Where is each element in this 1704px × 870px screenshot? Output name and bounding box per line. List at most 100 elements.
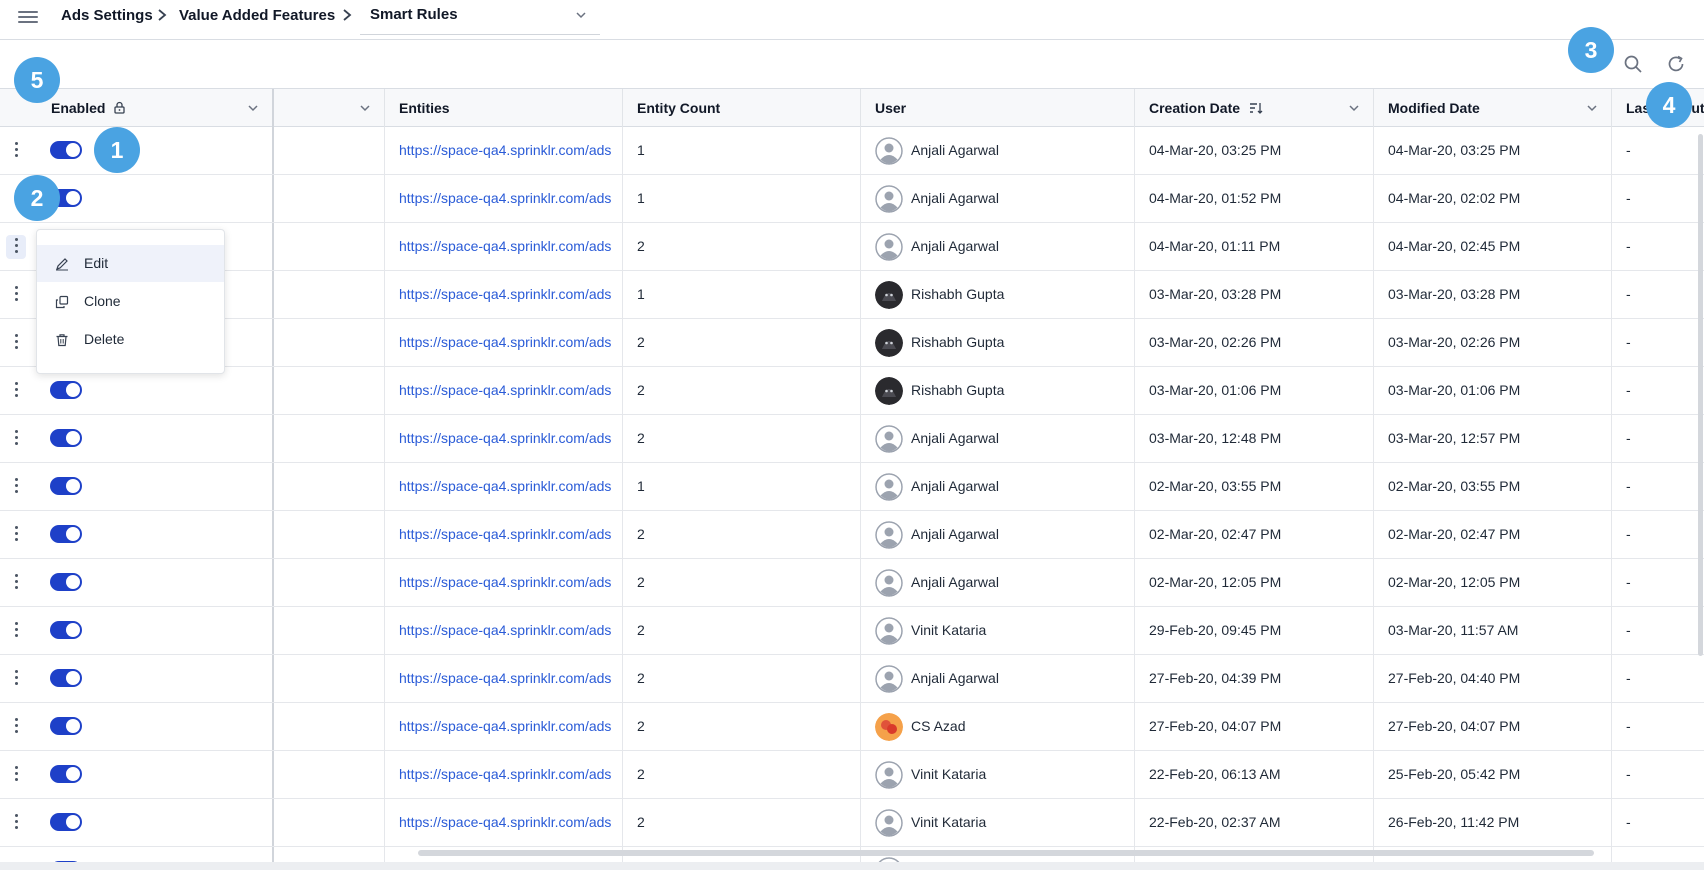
table-row[interactable]: https://space-qa4.sprinklr.com/ads 2 CS Az… xyxy=(0,703,1704,751)
enabled-toggle[interactable] xyxy=(50,381,82,399)
row-actions-kebab-icon[interactable] xyxy=(6,667,26,691)
row-actions-kebab-icon[interactable] xyxy=(6,331,26,355)
row-actions-kebab-icon[interactable] xyxy=(6,283,26,307)
table-row[interactable]: https://space-qa4.sprinklr.com/ads 2 Risha… xyxy=(0,367,1704,415)
search-icon[interactable] xyxy=(1622,53,1644,75)
row-actions-kebab-icon[interactable] xyxy=(6,763,26,787)
table-row[interactable]: https://space-qa4.sprinklr.com/ads2 Vinit… xyxy=(0,799,1704,847)
menu-item-delete[interactable]: Delete xyxy=(37,321,224,358)
cell-entities-link[interactable]: https://space-qa4.sprinklr.com/ads xyxy=(385,319,623,366)
column-header-user[interactable]: User xyxy=(861,89,1135,127)
cell-entities-link[interactable]: https://space-qa4.sprinklr.com/ads xyxy=(385,703,623,750)
hamburger-menu-icon[interactable] xyxy=(18,8,38,26)
row-actions-kebab-icon[interactable] xyxy=(6,619,26,643)
row-actions-kebab-icon[interactable] xyxy=(6,571,26,595)
table-row[interactable]: https://space-qa4.sprinklr.com/ads 2 Anjal… xyxy=(0,511,1704,559)
breadcrumb-item-value-added-features[interactable]: Value Added Features xyxy=(179,6,335,26)
table-row[interactable]: https://space-qa4.sprinklr.com/ads 2 Anjal… xyxy=(0,223,1704,271)
vertical-scrollbar[interactable] xyxy=(1698,134,1703,656)
refresh-icon[interactable] xyxy=(1665,53,1687,75)
cell-entities-link[interactable]: https://space-qa4.sprinklr.com/ads xyxy=(385,607,623,654)
column-header-creation-date[interactable]: Creation Date xyxy=(1135,89,1374,127)
enabled-toggle[interactable] xyxy=(50,525,82,543)
row-actions-kebab-icon[interactable] xyxy=(6,811,26,835)
user-name: Rishabh Gupta xyxy=(911,382,1005,398)
table-row[interactable]: https://space-qa4.sprinklr.com/ads2 Vinit… xyxy=(0,751,1704,799)
cell-entities-link[interactable]: https://space-qa4.sprinklr.com/ads xyxy=(385,271,623,318)
row-actions-kebab-icon[interactable] xyxy=(6,427,26,451)
cell-entities-link[interactable]: https://space-qa4.sprinklr.com/ads xyxy=(385,463,623,510)
avatar xyxy=(875,617,903,645)
chevron-down-icon[interactable] xyxy=(246,101,260,115)
cell-unlabeled xyxy=(275,847,385,862)
row-actions-kebab-icon[interactable] xyxy=(6,379,26,403)
enabled-toggle[interactable] xyxy=(50,621,82,639)
column-header-unlabeled[interactable] xyxy=(275,89,385,127)
table-row[interactable]: https://space-qa4.sprinklr.com/ads 1 Risha… xyxy=(0,271,1704,319)
column-header-entities[interactable]: Entities xyxy=(385,89,623,127)
enabled-toggle[interactable] xyxy=(50,429,82,447)
cell-modified-date: 03-Mar-20, 03:28 PM xyxy=(1374,271,1612,318)
breadcrumb-item-ads-settings[interactable]: Ads Settings xyxy=(61,6,153,26)
cell-entities-link[interactable]: https://space-qa4.sprinklr.com/ads xyxy=(385,655,623,702)
row-actions-kebab-icon[interactable] xyxy=(6,715,26,739)
enabled-toggle[interactable] xyxy=(50,573,82,591)
table-row[interactable]: https://space-qa4.sprinklr.com/ads 2 Risha… xyxy=(0,319,1704,367)
column-header-entity-count[interactable]: Entity Count xyxy=(623,89,861,127)
cell-entities-link[interactable]: https://space-qa4.sprinklr.com/ads xyxy=(385,415,623,462)
table-row[interactable]: https://space-qa4.sprinklr.com/ads 1 Anjal… xyxy=(0,463,1704,511)
row-actions-kebab-icon[interactable] xyxy=(6,523,26,547)
avatar xyxy=(875,137,903,165)
enabled-toggle[interactable] xyxy=(50,765,82,783)
row-actions-kebab-icon[interactable] xyxy=(6,235,26,259)
enabled-toggle[interactable] xyxy=(50,813,82,831)
cell-user: Anjali Agarwal xyxy=(861,511,1135,558)
menu-item-clone[interactable]: Clone xyxy=(37,283,224,320)
avatar xyxy=(875,233,903,261)
avatar xyxy=(875,713,903,741)
cell-unlabeled xyxy=(275,367,385,414)
cell-modified-date: 03-Mar-20, 12:57 PM xyxy=(1374,415,1612,462)
chevron-down-icon[interactable] xyxy=(358,101,372,115)
menu-item-edit[interactable]: Edit xyxy=(37,245,224,282)
cell-unlabeled xyxy=(275,799,385,846)
cell-entities-link[interactable]: https://space-qa4.sprinklr.com/ads xyxy=(385,367,623,414)
cell-modified-date: 04-Mar-20, 02:02 PM xyxy=(1374,175,1612,222)
table-row[interactable]: https://space-qa4.sprinklr.com/ads 2 Anjal… xyxy=(0,559,1704,607)
chevron-down-icon[interactable] xyxy=(1347,101,1361,115)
cell-entities-link[interactable]: https://space-qa4.sprinklr.com/ads xyxy=(385,175,623,222)
chevron-down-icon[interactable] xyxy=(1585,101,1599,115)
breadcrumb-current-dropdown[interactable]: Smart Rules xyxy=(360,0,600,35)
row-actions-kebab-icon[interactable] xyxy=(6,139,26,163)
cell-last-executed: - xyxy=(1626,718,1631,734)
cell-entities-link[interactable]: https://space-qa4.sprinklr.com/ads xyxy=(385,559,623,606)
cell-creation-date: 27-Feb-20, 04:07 PM xyxy=(1135,703,1374,750)
horizontal-scrollbar[interactable] xyxy=(418,850,1594,856)
table-row[interactable]: https://space-qa4.sprinklr.com/ads 1 Anjal… xyxy=(0,127,1704,175)
table-row[interactable]: https://space-qa4.sprinklr.com/ads 2 Anjal… xyxy=(0,415,1704,463)
enabled-toggle[interactable] xyxy=(50,717,82,735)
table-row[interactable]: https://space-qa4.sprinklr.com/ads 1 Anjal… xyxy=(0,175,1704,223)
sort-descending-icon[interactable] xyxy=(1249,101,1263,115)
cell-entities-link[interactable]: https://space-qa4.sprinklr.com/ads xyxy=(385,223,623,270)
column-header-modified-date[interactable]: Modified Date xyxy=(1374,89,1612,127)
cell-entities-link[interactable]: https://space-qa4.sprinklr.com/ads xyxy=(385,799,623,846)
row-actions-kebab-icon[interactable] xyxy=(6,475,26,499)
clone-icon xyxy=(55,295,69,309)
cell-entity-count: 2 xyxy=(623,799,861,846)
pencil-icon xyxy=(56,258,68,271)
enabled-toggle[interactable] xyxy=(50,669,82,687)
table-row[interactable]: https://space-qa4.sprinklr.com/ads2 Vinit… xyxy=(0,607,1704,655)
enabled-toggle[interactable] xyxy=(50,477,82,495)
table-row[interactable]: https://space-qa4.sprinklr.com/ads 2 Anjal… xyxy=(0,655,1704,703)
cell-entities-link[interactable]: https://space-qa4.sprinklr.com/ads xyxy=(385,127,623,174)
user-name: Anjali Agarwal xyxy=(911,238,999,254)
cell-entity-count: 1 xyxy=(623,175,861,222)
user-name: CS Azad xyxy=(911,718,966,734)
cell-user: Rishabh Gupta xyxy=(861,271,1135,318)
cell-enabled xyxy=(0,703,274,750)
cell-entity-count: 2 xyxy=(623,655,861,702)
enabled-toggle[interactable] xyxy=(50,141,82,159)
cell-entities-link[interactable]: https://space-qa4.sprinklr.com/ads xyxy=(385,751,623,798)
cell-entities-link[interactable]: https://space-qa4.sprinklr.com/ads xyxy=(385,511,623,558)
